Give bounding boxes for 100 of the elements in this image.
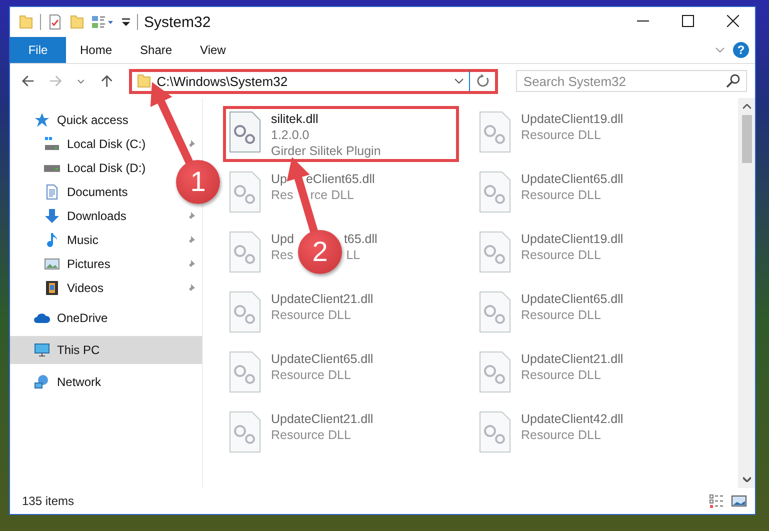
drive-icon — [44, 164, 60, 172]
sidebar-item[interactable]: Videos — [10, 276, 202, 300]
file-name[interactable]: UpdateClient65.dll — [271, 351, 374, 367]
sidebar-label: Music — [67, 233, 100, 247]
sidebar-label: This PC — [57, 343, 101, 357]
file-name[interactable]: UpdateClient19.dll — [521, 231, 624, 247]
document-icon — [44, 184, 60, 200]
dll-file-icon[interactable] — [479, 231, 511, 273]
scroll-down-icon[interactable] — [742, 477, 750, 482]
scroll-up-icon[interactable] — [742, 104, 750, 109]
tiles-view-icon[interactable] — [731, 493, 747, 509]
dll-file-icon[interactable] — [479, 291, 511, 333]
sidebar-label: Network — [57, 375, 102, 389]
sidebar-item[interactable]: Local Disk (D:) — [10, 156, 152, 180]
film-icon — [44, 280, 60, 296]
minimize-icon[interactable] — [636, 20, 648, 22]
file-name[interactable]: UpdateClient21.dll — [271, 291, 374, 307]
properties-icon[interactable] — [91, 14, 115, 30]
window-title: System32 — [144, 14, 211, 30]
file-name[interactable]: Upd — [271, 231, 294, 247]
file-detail: rce DLL — [310, 187, 354, 203]
file-detail: Resource DLL — [271, 367, 351, 383]
folder-icon[interactable] — [18, 14, 34, 30]
dll-file-icon[interactable] — [479, 111, 511, 153]
file-detail: Resource DLL — [271, 307, 351, 323]
back-arrow-icon[interactable] — [21, 74, 35, 88]
sidebar-item[interactable]: Network — [10, 368, 108, 396]
file-name[interactable]: UpdateClient21.dll — [521, 351, 624, 367]
sidebar-label: Quick access — [57, 113, 128, 127]
refresh-icon[interactable] — [475, 73, 492, 89]
search-icon[interactable] — [724, 73, 741, 89]
help-button[interactable]: ? — [733, 42, 749, 58]
file-name[interactable]: eClient65.dll — [306, 171, 375, 187]
file-item[interactable]: silitek.dll 1.2.0.0 Girder Silitek Plugin — [223, 106, 459, 162]
sidebar-item[interactable]: Pictures — [10, 252, 202, 276]
maximize-icon[interactable] — [682, 15, 694, 27]
download-arrow-icon — [44, 208, 60, 224]
ribbon-tab[interactable]: Home — [66, 37, 126, 63]
file-name[interactable]: silitek.dll — [271, 111, 318, 127]
sidebar-label: Videos — [67, 281, 104, 295]
dll-file-icon[interactable] — [229, 171, 261, 213]
ribbon-tab[interactable]: Share — [126, 37, 186, 63]
ribbon-tab[interactable]: View — [186, 37, 240, 63]
dll-file-icon[interactable] — [229, 411, 261, 453]
file-name[interactable]: UpdateClient65.dll — [521, 291, 624, 307]
file-detail: LL — [346, 247, 360, 263]
file-name[interactable]: UpdateClient42.dll — [521, 411, 624, 427]
up-arrow-icon[interactable] — [100, 74, 114, 88]
file-detail: Girder Silitek Plugin — [271, 143, 381, 159]
address-path: C:\Windows\System32 — [156, 74, 289, 88]
file-detail: Resource DLL — [271, 427, 351, 443]
details-view-icon[interactable] — [709, 493, 725, 509]
star-icon — [34, 112, 50, 128]
dll-file-icon — [229, 111, 261, 153]
sidebar-item[interactable]: This PC — [10, 336, 202, 364]
music-note-icon — [44, 232, 60, 248]
sidebar-label: OneDrive — [57, 311, 108, 325]
new-folder-icon[interactable] — [69, 14, 85, 30]
file-name[interactable]: UpdateClient21.dll — [271, 411, 374, 427]
chevron-down-icon[interactable] — [454, 76, 464, 86]
picture-icon — [44, 256, 60, 272]
file-detail: 1.2.0.0 — [271, 127, 310, 143]
network-icon — [34, 374, 50, 390]
file-name[interactable]: UpdateClient19.dll — [521, 111, 624, 127]
ribbon-tab[interactable]: File — [10, 37, 66, 63]
dll-file-icon[interactable] — [479, 411, 511, 453]
monitor-icon — [34, 342, 50, 358]
sidebar-item[interactable]: Documents — [10, 180, 134, 204]
dll-file-icon[interactable] — [479, 351, 511, 393]
sidebar-label: Local Disk (C:) — [67, 137, 147, 151]
dll-file-icon[interactable] — [229, 291, 261, 333]
dll-file-icon[interactable] — [229, 351, 261, 393]
file-detail: Resource DLL — [521, 187, 601, 203]
file-detail: Resource DLL — [521, 367, 601, 383]
sidebar-label: Documents — [67, 185, 128, 199]
vertical-scrollbar[interactable] — [738, 98, 755, 488]
customize-caret-icon[interactable] — [121, 17, 131, 27]
forward-arrow-icon[interactable] — [48, 74, 62, 88]
sidebar-item[interactable]: Downloads — [10, 204, 202, 228]
file-name[interactable]: UpdateClient65.dll — [521, 171, 624, 187]
sidebar-label: Downloads — [67, 209, 128, 223]
checklist-icon[interactable] — [47, 14, 63, 30]
folder-icon — [136, 73, 152, 89]
file-name[interactable]: t65.dll — [344, 231, 378, 247]
sidebar-item[interactable]: Local Disk (C:) — [10, 132, 202, 156]
file-name[interactable]: Up — [271, 171, 287, 187]
item-count: 135 items — [22, 494, 74, 508]
scrollbar-thumb[interactable] — [742, 115, 752, 163]
sidebar-item[interactable]: Quick access — [10, 108, 134, 132]
address-bar[interactable]: C:\Windows\System32 — [128, 68, 498, 94]
sidebar-label: Local Disk (D:) — [67, 161, 146, 175]
sidebar-item[interactable]: OneDrive — [10, 304, 114, 332]
dll-file-icon[interactable] — [479, 171, 511, 213]
search-field[interactable]: Search System32 — [516, 70, 747, 92]
dll-file-icon[interactable] — [229, 231, 261, 273]
close-icon[interactable] — [726, 15, 738, 27]
file-detail: Res — [271, 187, 294, 203]
sidebar-label: Pictures — [67, 257, 112, 271]
sidebar-item[interactable]: Music — [10, 228, 202, 252]
file-detail: Res — [271, 247, 294, 263]
